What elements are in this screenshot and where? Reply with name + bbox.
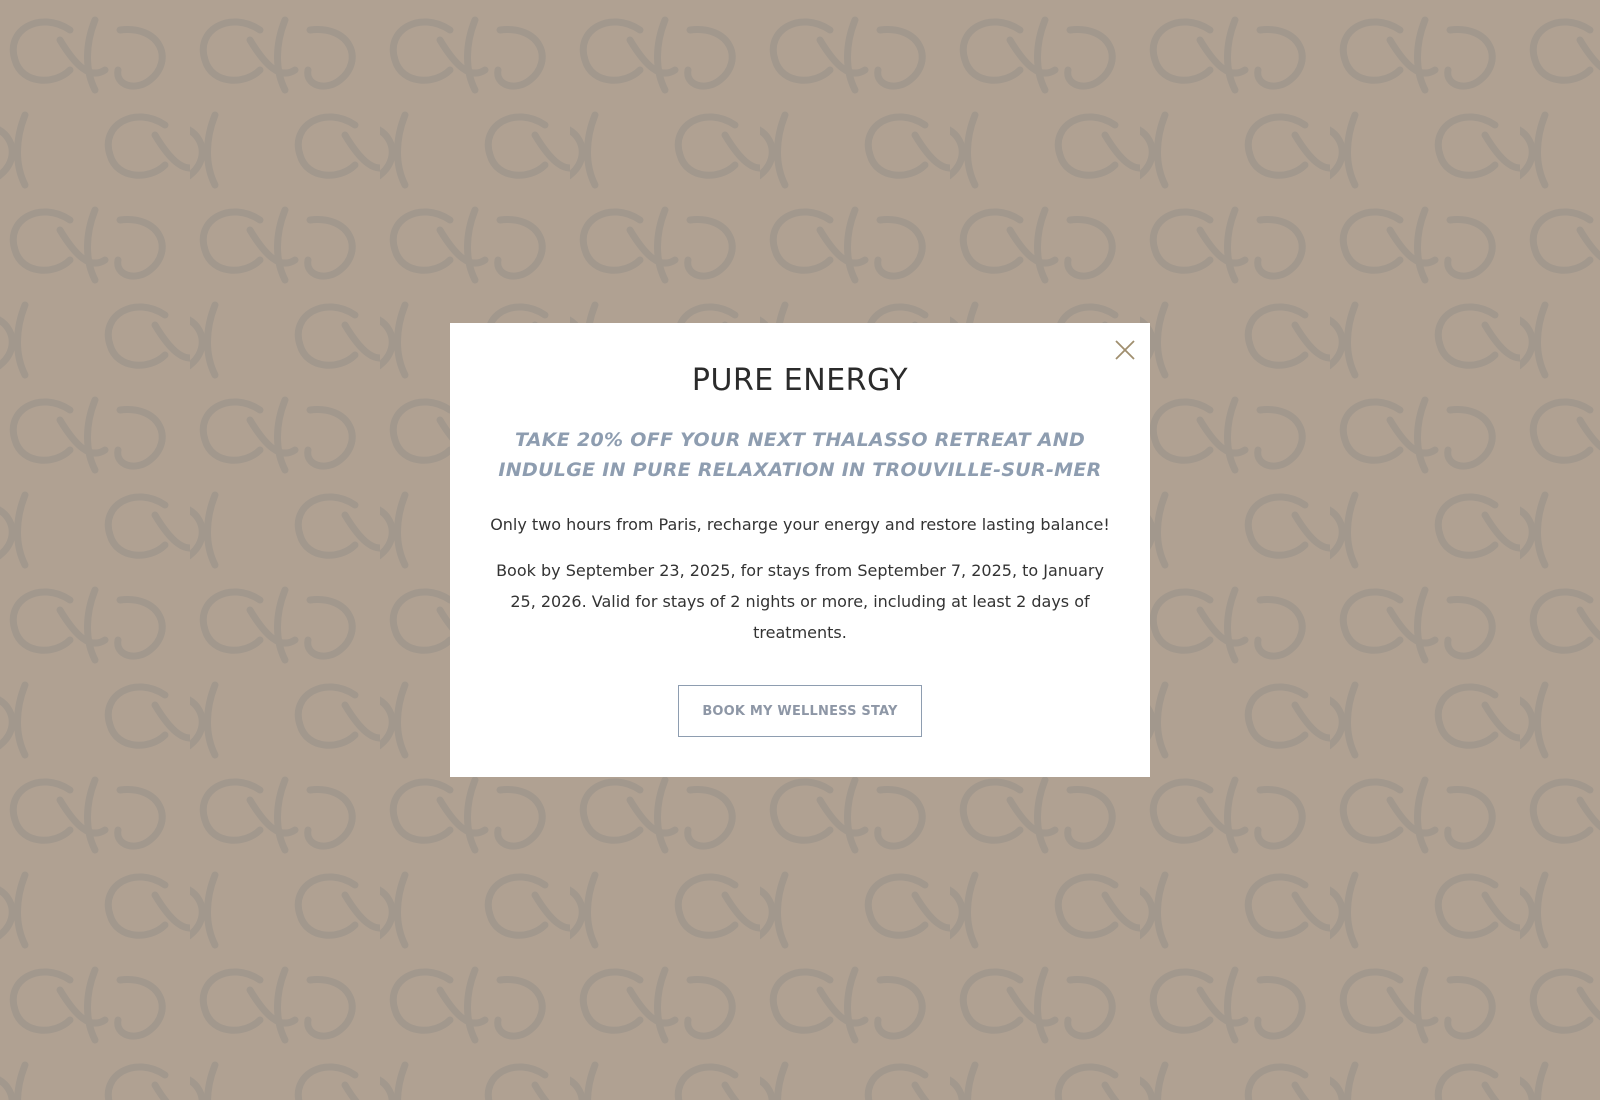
close-icon — [1115, 340, 1135, 360]
close-button[interactable] — [1110, 335, 1140, 365]
modal-terms-text: Book by September 23, 2025, for stays fr… — [496, 561, 1104, 642]
book-wellness-stay-button[interactable]: BOOK MY WELLNESS STAY — [678, 685, 922, 737]
promo-modal: PURE ENERGY TAKE 20% OFF YOUR NEXT THALA… — [450, 323, 1150, 777]
modal-subtitle: TAKE 20% OFF YOUR NEXT THALASSO RETREAT … — [498, 429, 1102, 481]
modal-lead-text: Only two hours from Paris, recharge your… — [490, 515, 1110, 534]
modal-title: PURE ENERGY — [691, 363, 909, 398]
